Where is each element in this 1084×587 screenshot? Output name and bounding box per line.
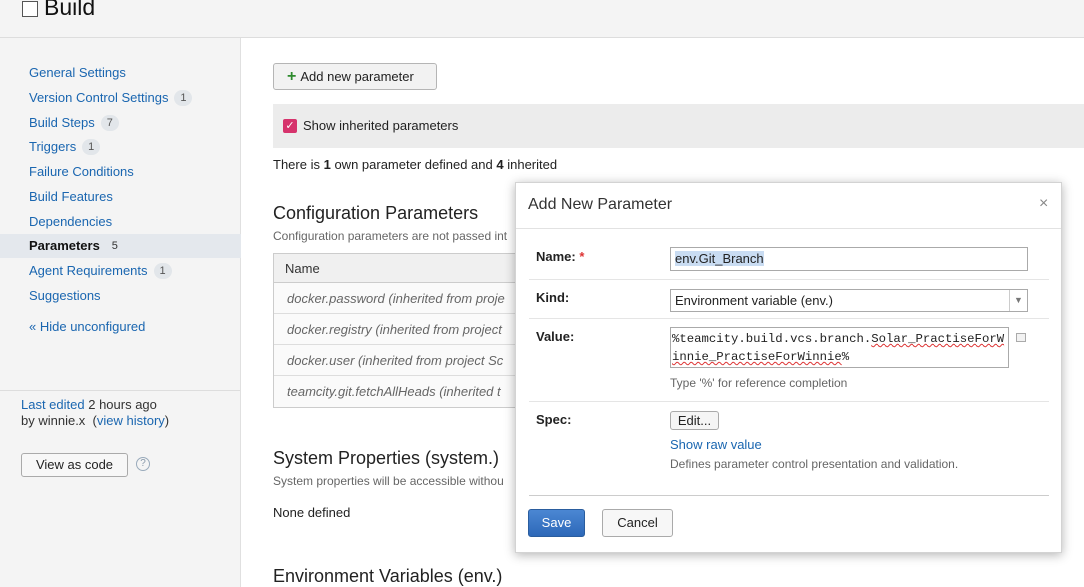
name-input[interactable]: env.Git_Branch bbox=[670, 247, 1028, 271]
dialog-title-divider bbox=[516, 228, 1061, 229]
table-row[interactable]: docker.user (inherited from project Sc bbox=[274, 345, 532, 376]
view-history-link[interactable]: view history bbox=[97, 413, 165, 428]
sidebar-item-label: Build Steps bbox=[29, 115, 95, 130]
table-row[interactable]: docker.password (inherited from proje bbox=[274, 283, 532, 314]
save-button[interactable]: Save bbox=[528, 509, 585, 537]
table-header-name[interactable]: Name bbox=[274, 254, 532, 283]
table-row[interactable]: teamcity.git.fetchAllHeads (inherited t bbox=[274, 376, 532, 407]
form-divider bbox=[529, 318, 1049, 319]
summary-text: own parameter defined and bbox=[334, 157, 493, 172]
hide-unconfigured-link[interactable]: « Hide unconfigured bbox=[29, 319, 145, 334]
summary-text: inherited bbox=[507, 157, 558, 172]
sidebar-item-triggers[interactable]: Triggers 1 bbox=[0, 135, 241, 159]
spec-label: Spec: bbox=[536, 412, 572, 427]
dialog-title: Add New Parameter bbox=[528, 196, 673, 213]
cancel-button[interactable]: Cancel bbox=[602, 509, 673, 537]
build-checkbox[interactable] bbox=[22, 1, 38, 17]
count-badge: 1 bbox=[82, 139, 101, 155]
sidebar-item-dependencies[interactable]: Dependencies bbox=[0, 210, 241, 234]
sidebar: General Settings Version Control Setting… bbox=[0, 38, 241, 587]
sidebar-item-general-settings[interactable]: General Settings bbox=[0, 61, 241, 85]
page-title: Build bbox=[44, 0, 96, 20]
system-properties-title: System Properties (system.) bbox=[273, 448, 500, 468]
value-textarea[interactable]: %teamcity.build.vcs.branch.Solar_Practis… bbox=[670, 327, 1009, 368]
add-new-parameter-label: Add new parameter bbox=[300, 69, 414, 84]
sidebar-item-label: Dependencies bbox=[29, 214, 113, 229]
value-text: %teamcity.build.vcs.branch. bbox=[672, 332, 872, 346]
page-header: Build bbox=[0, 0, 1084, 38]
none-defined-text: None defined bbox=[273, 505, 351, 520]
dialog-footer-divider bbox=[529, 495, 1049, 496]
chevron-down-icon[interactable]: ▼ bbox=[1009, 290, 1027, 311]
close-icon[interactable]: × bbox=[1039, 195, 1048, 213]
summary-text: There is bbox=[273, 157, 320, 172]
sidebar-item-build-steps[interactable]: Build Steps 7 bbox=[0, 111, 241, 135]
last-edited-time: 2 hours ago bbox=[88, 397, 157, 412]
sidebar-item-label: Build Features bbox=[29, 189, 113, 204]
name-input-value: env.Git_Branch bbox=[675, 251, 764, 266]
sidebar-item-build-features[interactable]: Build Features bbox=[0, 185, 241, 209]
last-edited-by: by winnie.x bbox=[21, 413, 86, 428]
add-new-parameter-button[interactable]: + Add new parameter bbox=[273, 63, 437, 90]
required-mark: * bbox=[579, 249, 585, 264]
sidebar-item-label: Failure Conditions bbox=[29, 164, 134, 179]
view-as-code-button[interactable]: View as code bbox=[21, 453, 128, 477]
kind-select[interactable]: Environment variable (env.) ▼ bbox=[670, 289, 1028, 312]
plus-icon: + bbox=[287, 68, 297, 85]
config-parameters-description: Configuration parameters are not passed … bbox=[273, 229, 508, 243]
help-icon[interactable]: ? bbox=[136, 457, 150, 471]
name-label-text: Name: bbox=[536, 249, 576, 264]
value-hint: Type '%' for reference completion bbox=[670, 376, 848, 390]
config-parameters-table: Name docker.password (inherited from pro… bbox=[273, 253, 533, 408]
count-badge: 7 bbox=[100, 115, 119, 131]
parameters-summary: There is 1 own parameter defined and 4 i… bbox=[273, 157, 557, 172]
add-parameter-dialog: Add New Parameter × Name: * env.Git_Bran… bbox=[515, 182, 1062, 553]
kind-select-value: Environment variable (env.) bbox=[675, 293, 833, 308]
sidebar-item-label: Triggers bbox=[29, 139, 77, 154]
inherited-toggle-bar: ✓ Show inherited parameters bbox=[273, 104, 1084, 148]
own-count: 1 bbox=[323, 157, 331, 172]
sidebar-divider bbox=[0, 390, 240, 391]
sidebar-item-version-control-settings[interactable]: Version Control Settings 1 bbox=[0, 86, 241, 110]
sidebar-item-label: General Settings bbox=[29, 65, 126, 80]
sidebar-item-suggestions[interactable]: Suggestions bbox=[0, 284, 241, 308]
form-divider bbox=[529, 401, 1049, 402]
kind-label: Kind: bbox=[536, 290, 570, 305]
sidebar-item-label: Version Control Settings bbox=[29, 90, 169, 105]
system-properties-description: System properties will be accessible wit… bbox=[273, 474, 504, 488]
value-text: % bbox=[841, 350, 850, 364]
show-inherited-label[interactable]: Show inherited parameters bbox=[303, 118, 458, 133]
sidebar-item-label: Suggestions bbox=[29, 288, 101, 303]
inherited-count: 4 bbox=[496, 157, 504, 172]
spec-edit-button[interactable]: Edit... bbox=[670, 411, 719, 430]
sidebar-item-label: Agent Requirements bbox=[29, 263, 148, 278]
count-badge: 1 bbox=[153, 263, 172, 279]
last-edited-link[interactable]: Last edited bbox=[21, 397, 85, 412]
config-parameters-title: Configuration Parameters bbox=[273, 203, 479, 223]
last-edited-info: Last edited 2 hours ago by winnie.x (vie… bbox=[21, 397, 170, 428]
spec-hint: Defines parameter control presentation a… bbox=[670, 457, 959, 471]
sidebar-item-failure-conditions[interactable]: Failure Conditions bbox=[0, 160, 241, 184]
count-badge: 1 bbox=[174, 90, 193, 106]
expand-editor-icon[interactable] bbox=[1016, 333, 1026, 342]
sidebar-item-parameters[interactable]: Parameters 5 bbox=[0, 234, 241, 258]
name-label: Name: * bbox=[536, 249, 584, 264]
show-inherited-checkbox[interactable]: ✓ bbox=[283, 119, 297, 133]
sidebar-item-label: Parameters bbox=[29, 238, 100, 253]
value-label: Value: bbox=[536, 329, 575, 344]
environment-variables-title: Environment Variables (env.) bbox=[273, 566, 503, 586]
form-divider bbox=[529, 279, 1049, 280]
count-badge: 5 bbox=[111, 240, 118, 252]
show-raw-value-link[interactable]: Show raw value bbox=[670, 437, 762, 452]
table-row[interactable]: docker.registry (inherited from project bbox=[274, 314, 532, 345]
sidebar-item-agent-requirements[interactable]: Agent Requirements 1 bbox=[0, 259, 241, 283]
